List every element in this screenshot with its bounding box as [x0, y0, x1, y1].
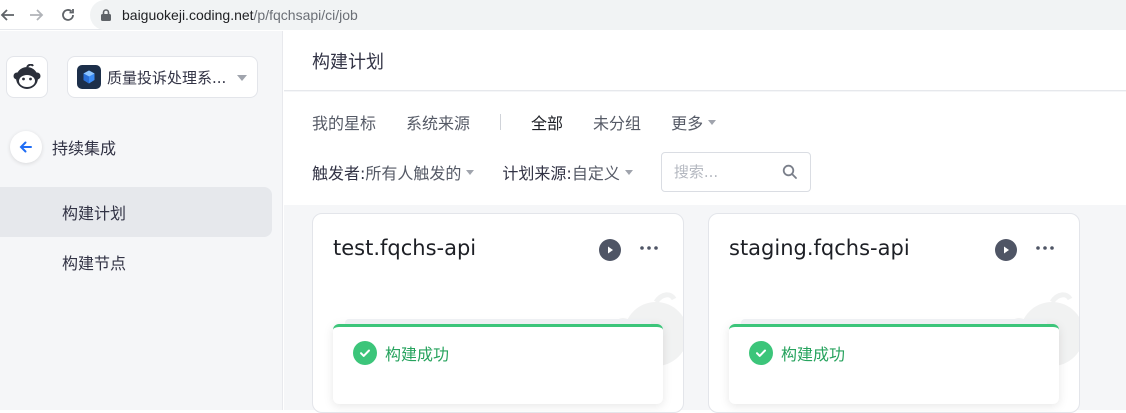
job-name[interactable]: staging.fqchs-api	[729, 236, 910, 260]
sidebar-item-build-nodes[interactable]: 构建节点	[0, 237, 272, 287]
more-options-icon[interactable]	[1033, 236, 1057, 260]
chevron-down-icon	[624, 169, 633, 175]
job-card[interactable]: staging.fqchs-api 构建成功	[708, 213, 1080, 413]
play-icon[interactable]	[995, 239, 1017, 261]
more-options-icon[interactable]	[637, 236, 661, 260]
project-cube-icon	[77, 65, 101, 89]
source-filter-label: 计划来源:	[502, 164, 572, 183]
check-circle-icon	[353, 341, 377, 365]
job-card[interactable]: test.fqchs-api 构建成功	[312, 213, 684, 413]
trigger-filter-value: 所有人触发的	[365, 164, 462, 183]
search-box	[660, 152, 811, 192]
build-status-panel[interactable]: 构建成功	[333, 319, 663, 404]
build-status-text: 构建成功	[781, 345, 846, 364]
search-input[interactable]	[673, 163, 774, 181]
project-selector[interactable]: 质量投诉处理系...	[67, 56, 258, 98]
back-to-ci[interactable]: 持续集成	[10, 131, 116, 163]
reload-icon[interactable]	[54, 1, 82, 29]
tab-ungrouped[interactable]: 未分组	[593, 110, 641, 134]
tab-divider	[500, 114, 502, 130]
build-status: 构建成功	[749, 341, 845, 365]
job-tabs: 我的星标 系统来源 全部 未分组 更多	[312, 110, 717, 134]
tab-more-label: 更多	[671, 114, 704, 133]
tab-all[interactable]: 全部	[531, 110, 563, 134]
browser-toolbar: baiguokeji.coding.net /p/fqchsapi/ci/job	[0, 0, 1126, 30]
trigger-filter-label: 触发者:	[312, 164, 366, 183]
job-name[interactable]: test.fqchs-api	[333, 236, 476, 260]
coding-monkey-logo-icon	[13, 64, 41, 89]
url-host: baiguokeji.coding.net	[122, 7, 254, 23]
back-arrow-icon[interactable]	[0, 1, 22, 29]
sidebar-item-label: 构建节点	[62, 254, 127, 273]
sidebar: 质量投诉处理系... 持续集成 构建计划 构建节点	[0, 31, 283, 410]
chevron-down-icon	[466, 169, 475, 175]
tab-system-source[interactable]: 系统来源	[406, 110, 470, 134]
back-arrow-icon[interactable]	[10, 131, 42, 163]
tab-more[interactable]: 更多	[671, 110, 717, 134]
page-title: 构建计划	[312, 51, 384, 73]
build-status-panel[interactable]: 构建成功	[729, 319, 1059, 404]
url-path: /p/fqchsapi/ci/job	[253, 7, 358, 23]
trigger-filter[interactable]: 触发者: 所有人触发的	[312, 160, 475, 184]
coding-logo[interactable]	[6, 56, 48, 98]
filter-panel: 我的星标 系统来源 全部 未分组 更多 触发者: 所有人触发的 计划来源: 自定…	[284, 92, 1126, 205]
page-header: 构建计划	[284, 31, 1126, 91]
section-title: 持续集成	[52, 139, 117, 158]
build-status: 构建成功	[353, 341, 449, 365]
check-circle-icon	[749, 341, 773, 365]
address-bar[interactable]: baiguokeji.coding.net /p/fqchsapi/ci/job	[90, 0, 1126, 30]
filters-row: 触发者: 所有人触发的 计划来源: 自定义	[312, 152, 811, 192]
chevron-down-icon	[708, 119, 717, 125]
project-name: 质量投诉处理系...	[107, 68, 227, 87]
search-icon[interactable]	[782, 164, 798, 180]
play-icon[interactable]	[599, 239, 621, 261]
build-status-text: 构建成功	[385, 345, 450, 364]
lock-icon	[101, 9, 111, 21]
forward-arrow-icon[interactable]	[22, 1, 50, 29]
sidebar-item-build-plans[interactable]: 构建计划	[0, 187, 272, 237]
tab-starred[interactable]: 我的星标	[312, 110, 376, 134]
chevron-down-icon	[237, 75, 247, 81]
source-filter-value: 自定义	[571, 164, 620, 183]
source-filter[interactable]: 计划来源: 自定义	[502, 160, 633, 184]
sidebar-item-label: 构建计划	[62, 204, 127, 223]
